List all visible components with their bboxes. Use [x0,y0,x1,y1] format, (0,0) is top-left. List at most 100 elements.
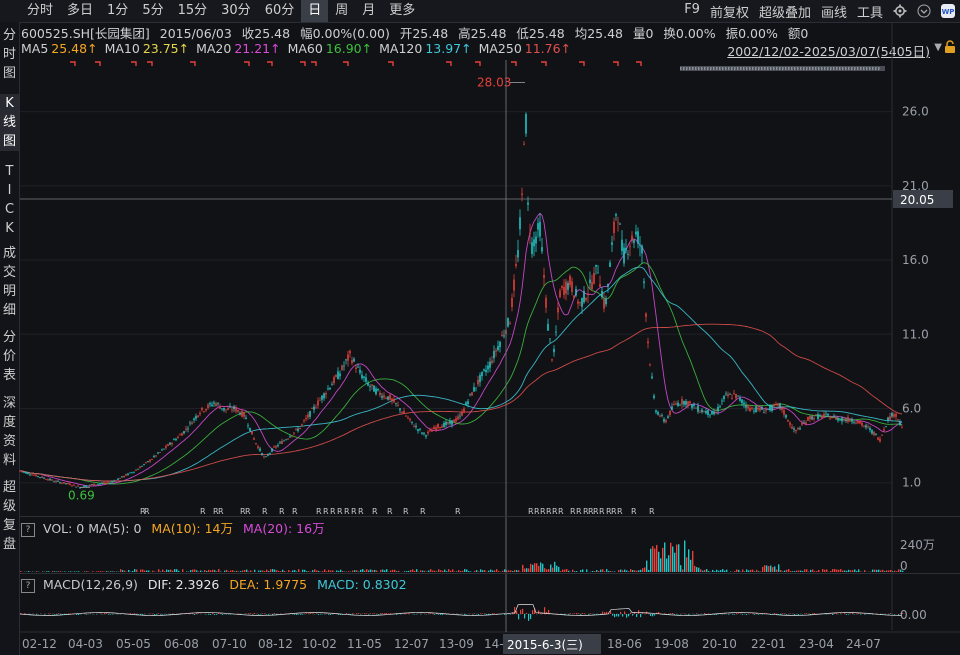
volume-bar [458,570,460,572]
y-tick-label: 26.0 [902,105,929,119]
volume-bar [836,569,838,572]
ma-line [19,212,903,487]
volume-bar [144,570,146,572]
volume-bar [372,570,374,572]
candle-body [345,359,347,361]
candle-body [827,413,829,416]
volume-bar [624,569,626,572]
volume-bar [702,570,704,572]
macd-bar [382,613,384,614]
event-marker-R: R [358,507,364,516]
candle-body [87,485,89,487]
macd-bar [296,614,298,615]
candle-body [749,408,751,412]
candle-body [91,484,93,486]
volume-bar [886,570,888,572]
candle-body [457,416,459,420]
candle-body [41,476,43,478]
candle-body [291,435,293,437]
candle-body [121,476,123,478]
candle-body [711,410,713,415]
x-tick-label: 05-05 [116,637,151,651]
candle-body [759,407,761,411]
candle-body [485,369,487,373]
macd-bar [734,614,736,615]
candle-body [705,410,707,414]
help-icon[interactable]: ? [21,579,35,593]
macd-bar [844,613,846,614]
volume-bar [768,566,770,572]
candle-body [525,113,527,134]
volume-bar [826,569,828,572]
macd-bar [578,613,580,614]
candle-body [497,346,499,351]
volume-bar [622,570,624,572]
volume-bar [628,571,630,572]
candle-body [37,476,39,477]
candle-body [599,283,601,287]
candle-body [619,223,621,225]
candle-body [821,415,823,419]
volume-bar [576,571,578,572]
candle-body [789,422,791,425]
macd-bar [208,614,210,615]
candle-body [643,281,645,284]
volume-bar [212,569,214,572]
candle-body [45,479,47,480]
volume-bar [568,570,570,572]
volume-bar [706,569,708,572]
volume-bar [776,569,778,572]
volume-bar [296,571,298,572]
x-tick-label: 19-08 [654,637,689,651]
volume-bar [470,571,472,572]
candle-body [501,334,503,337]
candle-body [165,445,167,448]
volume-bar [294,570,296,572]
candle-body [335,375,337,377]
candle-body [69,483,71,486]
candle-body [387,396,389,400]
macd-bar [588,614,590,615]
candle-body [451,420,453,425]
macd-bar [266,614,268,615]
candle-body [159,452,161,453]
help-icon[interactable]: ? [21,523,35,537]
vol-axis-label: 240万 [900,538,935,552]
macd-bar [384,613,386,614]
macd-bar [110,614,112,615]
candle-body [527,202,529,205]
volume-bar [692,550,694,572]
candle-body [379,392,381,396]
volume-bar [102,571,104,572]
candle-body [653,395,655,398]
macd-bar [160,614,162,615]
volume-bar [466,569,468,572]
ma-lines [19,212,903,487]
volume-bar [654,548,656,572]
macd-bar [602,611,604,614]
macd-bar [812,613,814,614]
volume-bar [420,570,422,572]
macd-bar [774,613,776,614]
event-marker-R: R [617,507,623,516]
candle-body [395,402,397,404]
candle-body [171,442,173,445]
candle-body [793,428,795,430]
volume-bar [854,569,856,572]
volume-bar [438,569,440,572]
volume-bar [608,570,610,572]
candle-body [847,417,849,422]
volume-bar [782,571,784,572]
volume-bar [778,564,780,572]
macd-bar [890,613,892,614]
candle-body [755,406,757,413]
macd-bar [794,614,796,615]
macd-bar [538,610,540,614]
candle-body [813,418,815,420]
kline-chart[interactable]: 1.06.011.016.021.026.0 28.030.69RR R R R R R R… [0,0,960,655]
macd-bar [742,614,744,615]
candle-body [191,422,193,425]
volume-bar [330,570,332,572]
volume-bar [696,567,698,572]
event-marker-R: R [599,507,605,516]
